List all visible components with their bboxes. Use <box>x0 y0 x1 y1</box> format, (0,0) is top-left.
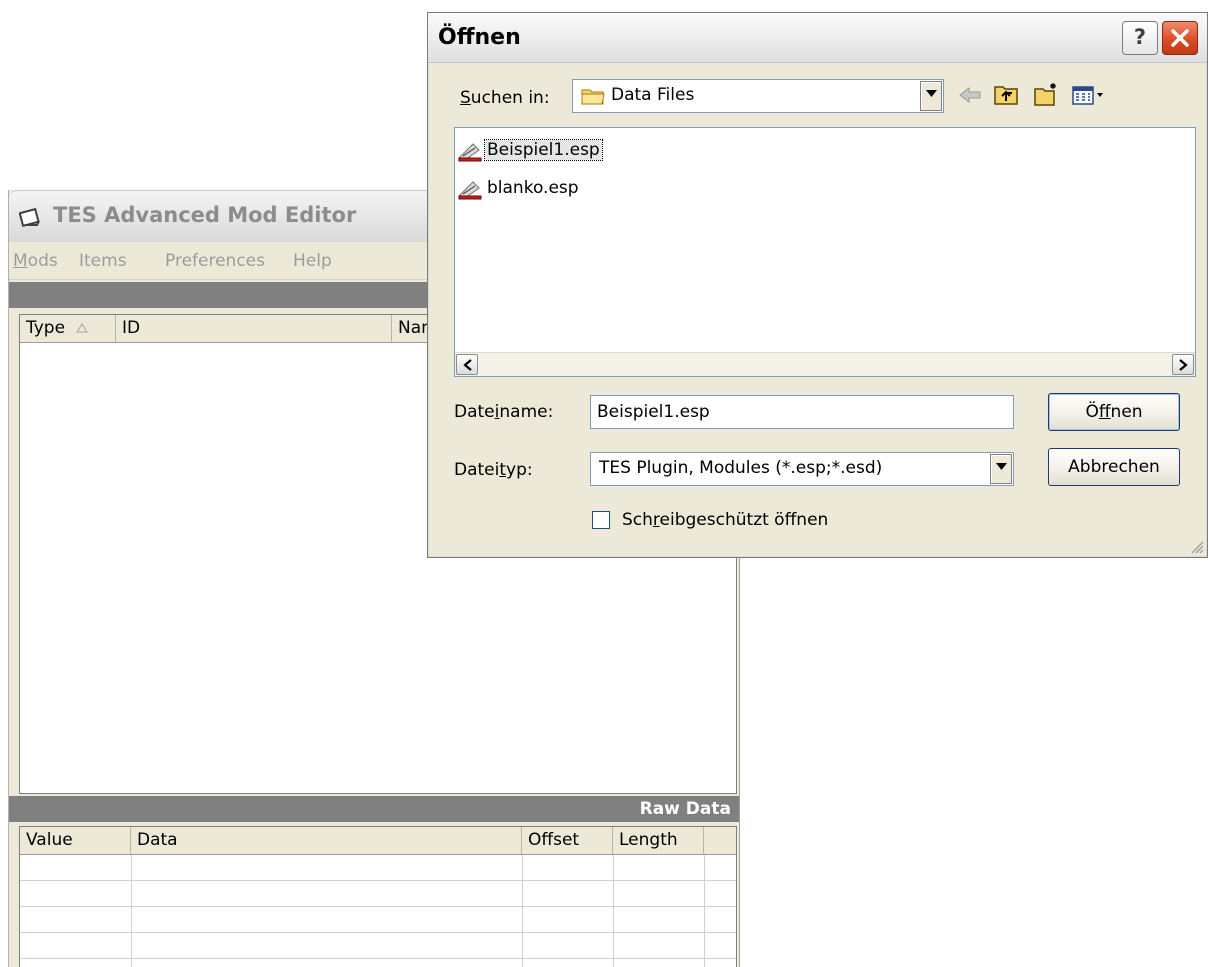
scroll-right-button[interactable] <box>1172 354 1194 375</box>
folder-icon <box>581 89 605 105</box>
table-row[interactable] <box>20 855 736 881</box>
open-button-label: Öffnen <box>1085 402 1143 422</box>
menu-mods-rest: ods <box>27 251 58 271</box>
file-name: Beispiel1.esp <box>484 139 603 161</box>
menu-preferences[interactable]: Preferences <box>165 251 265 271</box>
cancel-button[interactable]: Abbrechen <box>1048 448 1180 486</box>
filename-input[interactable] <box>591 396 1013 428</box>
menu-mods[interactable]: Mods <box>13 251 58 271</box>
open-button[interactable]: Öffnen <box>1048 393 1180 431</box>
close-button[interactable] <box>1162 21 1198 55</box>
sort-ascending-icon <box>76 323 89 333</box>
resize-grip-icon[interactable] <box>1188 538 1204 554</box>
column-id[interactable]: ID <box>116 315 392 342</box>
filetype-label: Dateityp: <box>454 460 533 480</box>
open-file-dialog: Öffnen ? Suchen in: Data Files Beispiel1… <box>427 12 1208 558</box>
back-arrow-icon[interactable] <box>956 81 984 109</box>
column-divider <box>704 855 705 967</box>
help-button[interactable]: ? <box>1122 21 1158 55</box>
raw-column-headers: Value Data Offset Length <box>20 827 736 855</box>
plugin-file-icon <box>458 143 482 162</box>
chevron-down-icon <box>926 90 937 97</box>
look-in-dropdown-button[interactable] <box>920 81 942 111</box>
dialog-title: Öffnen <box>438 25 521 50</box>
scroll-left-button[interactable] <box>456 354 478 375</box>
table-row[interactable] <box>20 933 736 959</box>
filename-field[interactable] <box>590 395 1014 429</box>
plugin-file-icon <box>458 181 482 200</box>
menu-help[interactable]: Help <box>293 251 332 271</box>
file-list[interactable]: Beispiel1.esp blanko.esp <box>454 127 1196 377</box>
look-in-label: Suchen in: <box>460 88 550 108</box>
chevron-down-icon <box>996 463 1007 470</box>
readonly-checkbox[interactable] <box>592 511 610 529</box>
horizontal-scrollbar[interactable] <box>455 352 1195 376</box>
column-type[interactable]: Type <box>20 315 116 342</box>
file-name: blanko.esp <box>487 178 579 198</box>
filename-label: Dateiname: <box>454 402 554 422</box>
raw-data-header-bar: Raw Data <box>9 796 739 822</box>
help-icon: ? <box>1133 25 1147 49</box>
column-offset[interactable]: Offset <box>522 827 613 854</box>
column-type-label: Type <box>26 318 66 338</box>
column-extra <box>704 827 736 854</box>
table-row[interactable] <box>20 881 736 907</box>
column-length[interactable]: Length <box>613 827 704 854</box>
readonly-label[interactable]: Schreibgeschützt öffnen <box>622 510 828 530</box>
menu-items[interactable]: Items <box>79 251 127 271</box>
look-in-value: Data Files <box>611 85 695 105</box>
view-menu-icon[interactable] <box>1070 81 1110 109</box>
main-window-title: TES Advanced Mod Editor <box>53 203 357 227</box>
app-icon <box>19 207 40 228</box>
raw-data-title: Raw Data <box>639 799 731 819</box>
chevron-right-icon <box>1179 359 1188 371</box>
filetype-combo[interactable]: TES Plugin, Modules (*.esp;*.esd) <box>590 452 1014 486</box>
up-folder-icon[interactable] <box>992 81 1020 109</box>
dialog-title-bar[interactable]: Öffnen ? <box>428 13 1207 63</box>
column-divider <box>522 855 523 967</box>
raw-data-table[interactable]: Value Data Offset Length <box>19 826 737 967</box>
column-divider <box>131 855 132 967</box>
look-in-combo[interactable]: Data Files <box>572 79 944 113</box>
column-data[interactable]: Data <box>131 827 522 854</box>
filetype-value: TES Plugin, Modules (*.esp;*.esd) <box>599 458 883 478</box>
column-divider <box>613 855 614 967</box>
chevron-left-icon <box>463 359 472 371</box>
new-folder-icon[interactable] <box>1032 81 1060 109</box>
filetype-dropdown-button[interactable] <box>990 454 1012 484</box>
close-icon <box>1171 29 1189 47</box>
look-in-label-rest: uchen in: <box>470 88 550 108</box>
column-value[interactable]: Value <box>20 827 131 854</box>
table-row[interactable] <box>20 907 736 933</box>
